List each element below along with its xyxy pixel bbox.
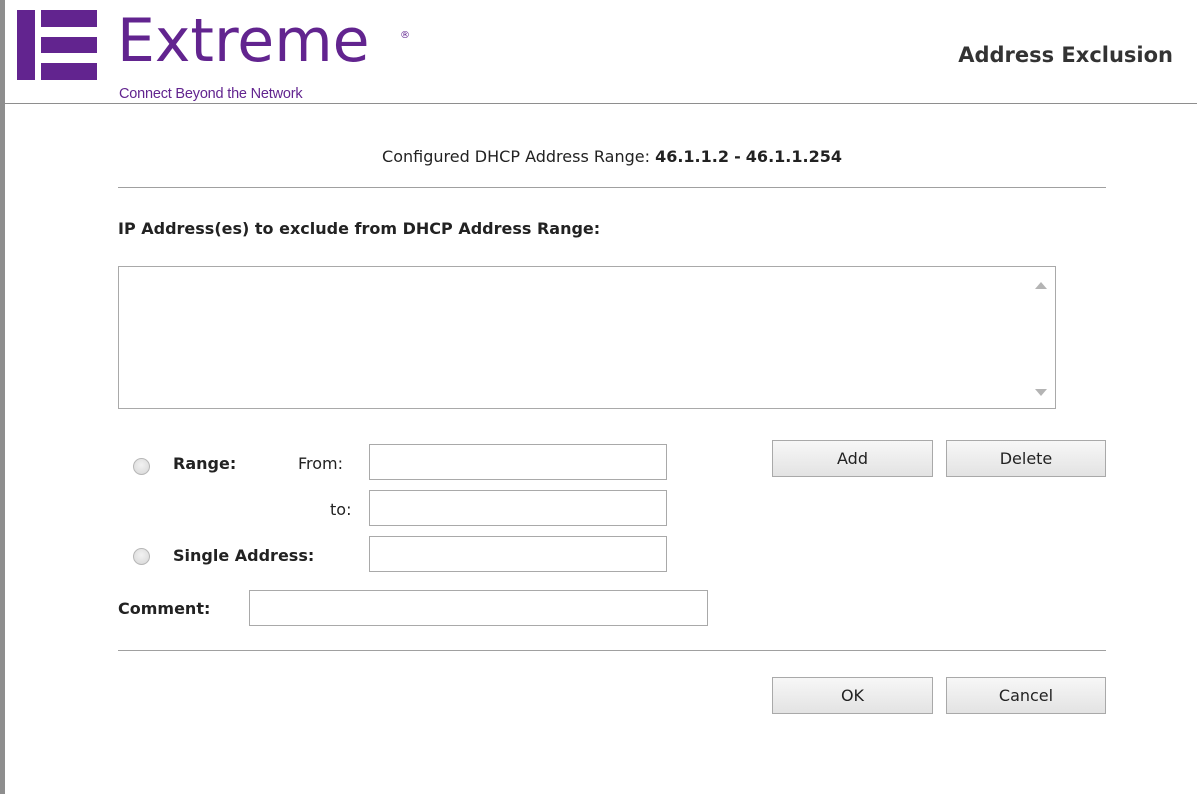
range-end: 46.1.1.254 [745, 147, 842, 166]
brand-tagline: Connect Beyond the Network [119, 86, 303, 102]
cancel-button[interactable]: Cancel [946, 677, 1106, 714]
range-label: Range: [173, 454, 237, 473]
scroll-up-arrow-icon[interactable] [1035, 282, 1047, 289]
window-left-border [0, 0, 5, 794]
to-label: to: [330, 500, 352, 519]
list-scrollbar[interactable] [1029, 267, 1055, 408]
range-separator: - [734, 147, 741, 166]
brand-name: Extreme [117, 6, 370, 76]
single-address-input[interactable] [369, 536, 667, 572]
comment-label: Comment: [118, 599, 211, 618]
single-address-radio[interactable] [133, 548, 150, 565]
exclusion-section-label: IP Address(es) to exclude from DHCP Addr… [118, 219, 601, 238]
header: Extreme ® Connect Beyond the Network Add… [5, 0, 1197, 104]
ok-button[interactable]: OK [772, 677, 933, 714]
comment-input[interactable] [249, 590, 708, 626]
single-address-label: Single Address: [173, 546, 315, 565]
scroll-down-arrow-icon[interactable] [1035, 389, 1047, 396]
configured-range-label: Configured DHCP Address Range: [382, 147, 650, 166]
range-radio[interactable] [133, 458, 150, 475]
header-divider [5, 103, 1197, 104]
range-from-input[interactable] [369, 444, 667, 480]
configured-range: Configured DHCP Address Range: 46.1.1.2 … [118, 147, 1106, 166]
delete-button[interactable]: Delete [946, 440, 1106, 477]
from-label: From: [298, 454, 344, 473]
page-title: Address Exclusion [958, 43, 1173, 67]
extreme-logo-icon [17, 10, 97, 80]
registered-mark: ® [400, 30, 410, 41]
divider-bottom [118, 650, 1106, 651]
range-to-input[interactable] [369, 490, 667, 526]
excluded-addresses-list[interactable] [118, 266, 1056, 409]
add-button[interactable]: Add [772, 440, 933, 477]
divider-top [118, 187, 1106, 188]
range-start: 46.1.1.2 [655, 147, 729, 166]
